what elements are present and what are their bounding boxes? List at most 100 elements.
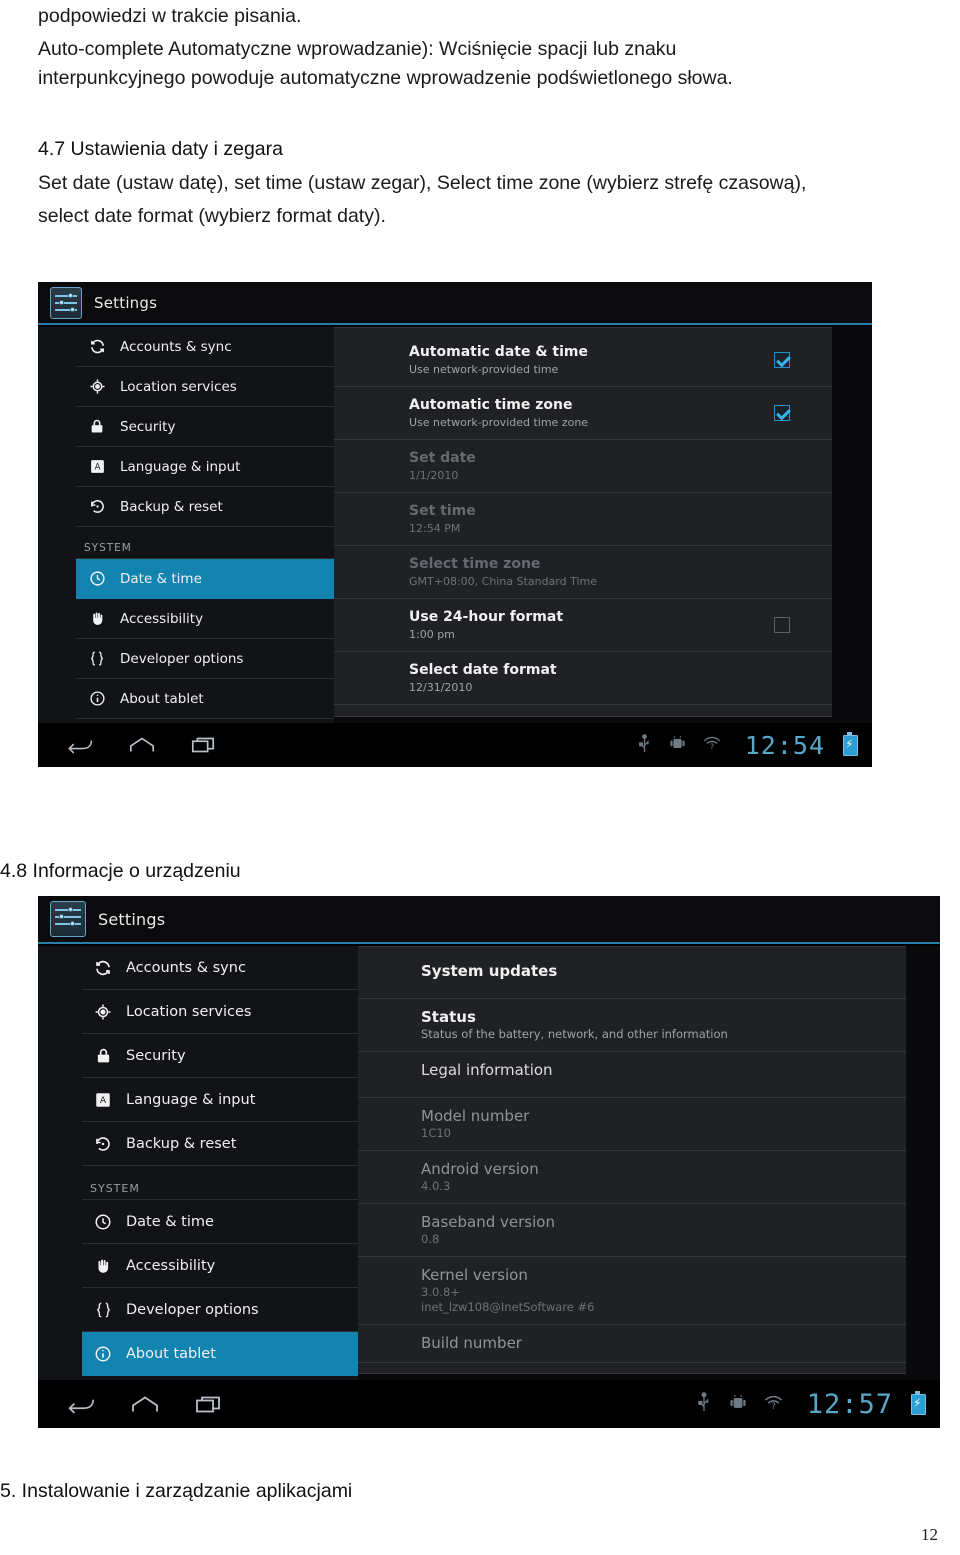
sidebar-item-label: Accessibility [126,1257,216,1274]
pref-title: Select date format [409,662,557,678]
sidebar-item-label: Language & input [120,458,241,475]
pref-use-24-hour-format[interactable]: Use 24-hour format 1:00 pm [331,599,832,652]
battery-charging-icon[interactable] [911,1390,926,1415]
sidebar-item-label: Accounts & sync [120,338,232,355]
sidebar-item-date-time[interactable]: Date & time [82,1200,358,1244]
screenshot-about-tablet: Settings Accounts & sync Location servic… [38,896,940,1428]
use-24-hour-format-checkbox[interactable] [774,617,790,633]
sidebar-item-label: Security [120,418,176,435]
pref-title: Legal information [421,1061,553,1079]
android-debug-icon[interactable] [730,1393,746,1416]
recents-icon[interactable] [194,1394,222,1415]
pref-select-time-zone: Select time zone GMT+08:00, China Standa… [331,546,832,599]
nav-section-system: SYSTEM [76,527,334,559]
settings-icon [50,901,86,937]
sidebar-item-developer-options[interactable]: Developer options [82,1288,358,1332]
sidebar-item-date-time[interactable]: Date & time [76,559,334,599]
sidebar-item-location-services[interactable]: Location services [82,990,358,1034]
pref-model-number: Model number 1C10 [355,1098,906,1151]
pref-build-number: Build number [355,1325,906,1363]
sidebar-item-label: Location services [120,378,237,395]
pref-title: Android version [421,1160,539,1178]
svg-text:?: ? [710,741,714,751]
nav-section-system: SYSTEM [82,1166,358,1200]
pref-summary: 1:00 pm [409,628,455,641]
hand-icon [90,1255,116,1277]
settings-icon [50,286,82,319]
sidebar-item-location-services[interactable]: Location services [76,367,334,407]
sidebar-item-accessibility[interactable]: Accessibility [76,599,334,639]
sidebar-item-backup-reset[interactable]: Backup & reset [76,487,334,527]
battery-charging-icon[interactable] [843,731,858,756]
clock-icon [90,1211,116,1233]
status-clock: 12:54 [744,730,825,760]
braces-icon [90,1299,116,1321]
pref-title: Automatic date & time [409,344,588,360]
sidebar-item-accounts-sync[interactable]: Accounts & sync [82,946,358,990]
android-debug-icon[interactable] [670,734,685,756]
language-icon: A [90,1089,116,1111]
pref-title: Use 24-hour format [409,609,564,625]
settings-app-bar: Settings [38,282,872,325]
lock-icon [90,1045,116,1067]
pref-summary: Status of the battery, network, and othe… [421,1027,728,1041]
info-icon [84,688,110,710]
back-icon[interactable] [64,1394,96,1415]
settings-nav-list: Accounts & sync Location services Securi… [38,946,358,1380]
sidebar-item-label: Accessibility [120,610,204,627]
backup-reset-icon [84,496,110,518]
usb-icon[interactable] [696,1392,712,1416]
date-time-detail-pane: Automatic date & time Use network-provid… [330,327,832,717]
pref-summary: Use network-provided time [409,363,559,376]
pref-summary: 1/1/2010 [409,469,459,482]
sidebar-item-label: Security [126,1047,186,1064]
pref-kernel-version: Kernel version 3.0.8+ inet_lzw108@InetSo… [355,1257,906,1325]
pref-title: Automatic time zone [409,397,573,413]
backup-reset-icon [90,1133,116,1155]
status-icons: ? 12:54 [637,731,858,760]
sync-icon [84,336,110,358]
soft-keys [64,735,216,755]
heading-4-8: 4.8 Informacje o urządzeniu [0,860,241,882]
sidebar-item-label: Date & time [126,1213,214,1230]
pref-legal-information[interactable]: Legal information [355,1052,906,1098]
pref-select-date-format[interactable]: Select date format 12/31/2010 [331,652,832,705]
wifi-question-icon[interactable]: ? [703,735,721,755]
sidebar-item-label: About tablet [126,1345,216,1362]
pref-automatic-date-time[interactable]: Automatic date & time Use network-provid… [331,334,832,387]
pref-summary: 4.0.3 [421,1179,451,1193]
sidebar-item-backup-reset[interactable]: Backup & reset [82,1122,358,1166]
back-icon[interactable] [64,735,94,755]
settings-body: Accounts & sync Location services Securi… [38,327,872,723]
sidebar-item-accounts-sync[interactable]: Accounts & sync [76,327,334,367]
sidebar-item-developer-options[interactable]: Developer options [76,639,334,679]
home-icon[interactable] [128,735,156,755]
wifi-question-icon[interactable]: ? [764,1394,783,1415]
sidebar-item-language-input[interactable]: A Language & input [76,447,334,487]
sidebar-item-label: About tablet [120,690,204,707]
sidebar-item-language-input[interactable]: A Language & input [82,1078,358,1122]
sidebar-item-label: Backup & reset [120,498,223,515]
pref-automatic-time-zone[interactable]: Automatic time zone Use network-provided… [331,387,832,440]
braces-icon [84,648,110,670]
soft-keys [64,1394,222,1415]
recents-icon[interactable] [190,735,216,755]
sidebar-item-about-tablet[interactable]: About tablet [76,679,334,719]
app-title: Settings [98,909,166,929]
pref-summary: GMT+08:00, China Standard Time [409,575,598,588]
sidebar-item-accessibility[interactable]: Accessibility [82,1244,358,1288]
sync-icon [90,957,116,979]
sidebar-item-security[interactable]: Security [76,407,334,447]
automatic-time-zone-checkbox[interactable] [774,405,790,421]
usb-icon[interactable] [637,733,652,757]
home-icon[interactable] [130,1394,160,1415]
pref-system-updates[interactable]: System updates [355,953,906,999]
sidebar-item-security[interactable]: Security [82,1034,358,1078]
sidebar-item-about-tablet[interactable]: About tablet [82,1332,358,1376]
pref-set-time: Set time 12:54 PM [331,493,832,546]
automatic-date-time-checkbox[interactable] [774,352,790,368]
pref-status[interactable]: Status Status of the battery, network, a… [355,999,906,1052]
settings-app-bar: Settings [38,896,940,944]
sidebar-item-label: Accounts & sync [126,959,246,976]
svg-text:A: A [100,1096,107,1106]
